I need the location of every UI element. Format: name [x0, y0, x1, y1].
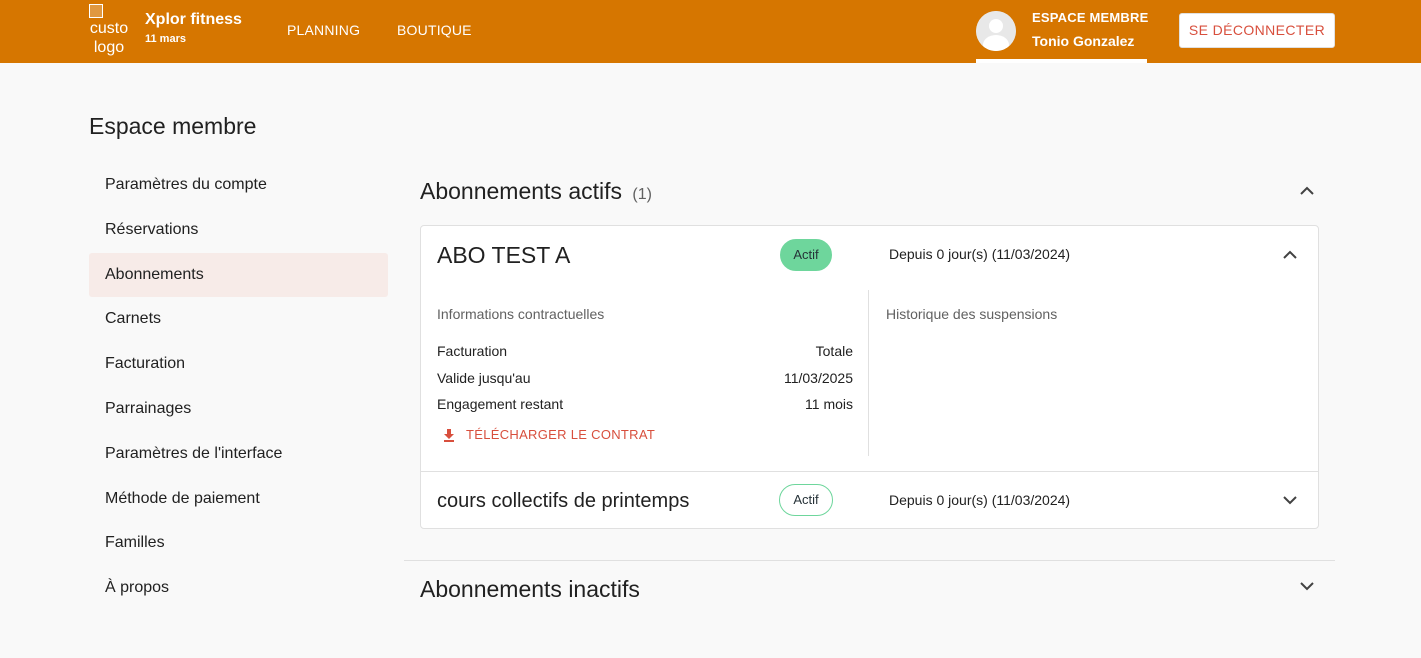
sidebar-item-booklets[interactable]: Carnets	[89, 297, 388, 342]
logout-button[interactable]: SE DÉCONNECTER	[1179, 13, 1335, 48]
nav-boutique[interactable]: BOUTIQUE	[397, 22, 472, 38]
download-contract-link[interactable]: TÉLÉCHARGER LE CONTRAT	[441, 427, 655, 442]
sidebar: Paramètres du compte Réservations Abonne…	[89, 163, 388, 611]
subscription-since: Depuis 0 jour(s) (11/03/2024)	[889, 246, 1071, 262]
info-row: Facturation Totale	[437, 343, 853, 359]
sidebar-item-subscriptions[interactable]: Abonnements	[89, 252, 388, 298]
info-label: Engagement restant	[437, 396, 564, 412]
member-name: Tonio Gonzalez	[1032, 33, 1135, 49]
broken-image-icon	[89, 4, 103, 18]
download-contract-label: TÉLÉCHARGER LE CONTRAT	[466, 427, 656, 442]
divider	[421, 471, 1318, 472]
logo[interactable]: custo logo	[89, 4, 137, 58]
chevron-up-icon[interactable]	[1300, 186, 1314, 195]
info-value: Totale	[815, 343, 853, 359]
chevron-up-icon[interactable]	[1283, 250, 1297, 259]
page-title: Espace membre	[89, 113, 257, 139]
info-label: Valide jusqu'au	[437, 370, 531, 386]
info-row: Engagement restant 11 mois	[437, 396, 853, 412]
section-divider	[404, 560, 1335, 561]
status-badge: Actif	[779, 484, 833, 516]
subscriptions-card: ABO TEST A Actif Depuis 0 jour(s) (11/03…	[420, 225, 1319, 529]
member-space-link[interactable]: ESPACE MEMBRE Tonio Gonzalez	[976, 0, 1149, 63]
sidebar-item-account-settings[interactable]: Paramètres du compte	[89, 163, 388, 208]
brand: Xplor fitness 11 mars	[145, 11, 242, 45]
contract-info-title: Informations contractuelles	[437, 306, 605, 322]
info-value: 11 mois	[805, 396, 853, 412]
logo-alt-text: custo logo	[89, 20, 129, 56]
active-subscriptions-label: Abonnements actifs	[420, 178, 623, 204]
nav-planning[interactable]: PLANNING	[287, 22, 360, 38]
inactive-subscriptions-title[interactable]: Abonnements inactifs	[420, 576, 640, 603]
top-bar: custo logo Xplor fitness 11 mars PLANNIN…	[0, 0, 1421, 63]
chevron-down-icon[interactable]	[1283, 496, 1297, 505]
active-nav-indicator	[976, 59, 1147, 63]
info-value: 11/03/2025	[783, 370, 853, 386]
user-avatar-icon	[976, 11, 1016, 51]
suspension-history-title: Historique des suspensions	[886, 306, 1058, 322]
sidebar-item-interface-settings[interactable]: Paramètres de l'interface	[89, 432, 388, 477]
sidebar-item-payment-method[interactable]: Méthode de paiement	[89, 477, 388, 522]
sidebar-item-about[interactable]: À propos	[89, 566, 388, 611]
chevron-down-icon[interactable]	[1300, 582, 1314, 591]
suspension-history: Historique des suspensions	[886, 306, 1057, 322]
sidebar-item-reservations[interactable]: Réservations	[89, 208, 388, 253]
brand-date: 11 mars	[145, 33, 186, 45]
brand-name: Xplor fitness	[145, 11, 242, 28]
subscription-since: Depuis 0 jour(s) (11/03/2024)	[889, 492, 1071, 508]
status-badge: Actif	[780, 239, 832, 271]
sidebar-item-families[interactable]: Familles	[89, 521, 388, 566]
subscription-name[interactable]: ABO TEST A	[437, 242, 570, 269]
active-subscriptions-title: Abonnements actifs (1)	[420, 178, 652, 205]
info-row: Valide jusqu'au 11/03/2025	[437, 370, 853, 386]
active-subscriptions-count: (1)	[632, 186, 652, 203]
contract-info: Informations contractuelles Facturation …	[437, 290, 869, 456]
member-space-title: ESPACE MEMBRE	[1032, 10, 1149, 25]
avatar	[976, 11, 1016, 51]
download-icon	[444, 429, 454, 442]
subscription-name[interactable]: cours collectifs de printemps	[437, 490, 689, 513]
sidebar-item-billing[interactable]: Facturation	[89, 342, 388, 387]
sidebar-item-referrals[interactable]: Parrainages	[89, 387, 388, 432]
info-label: Facturation	[437, 343, 508, 359]
active-subscriptions-header[interactable]: Abonnements actifs (1)	[420, 170, 1319, 210]
